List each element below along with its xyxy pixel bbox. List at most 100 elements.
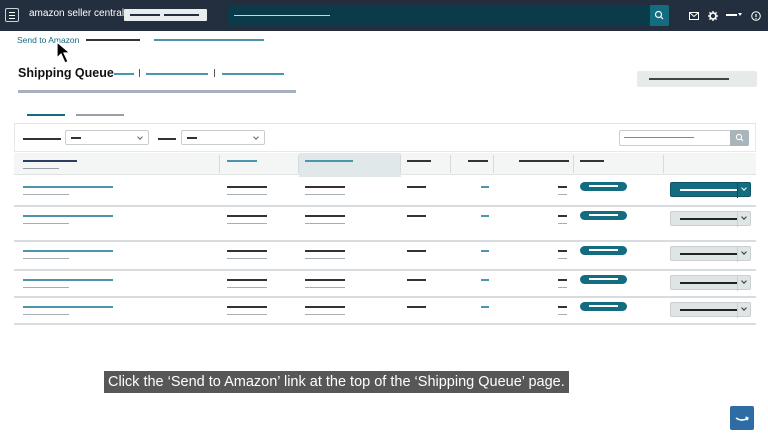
seller-central-logo[interactable]: amazon seller central [29, 8, 124, 19]
primary-action-button[interactable] [670, 182, 751, 198]
action-button[interactable] [670, 246, 751, 262]
language-selector[interactable] [726, 14, 737, 16]
cell-subvalue [227, 258, 267, 259]
cell-value [558, 186, 567, 188]
logo-text: amazon seller central [29, 8, 125, 19]
cell-value [407, 215, 426, 217]
shipment-id [23, 314, 69, 315]
cell-value [227, 250, 267, 252]
cell-value [305, 215, 345, 217]
cell-value [407, 279, 426, 281]
status-badge [580, 211, 627, 220]
shipment-id [23, 223, 69, 224]
column-subheader [23, 168, 59, 169]
cell-subvalue [227, 194, 267, 195]
divider [214, 69, 215, 77]
tab[interactable] [76, 114, 124, 116]
filter-dropdown[interactable] [65, 130, 149, 145]
gear-icon[interactable] [708, 11, 718, 21]
column-header[interactable] [227, 160, 257, 162]
chevron-down-icon [741, 305, 747, 311]
status-badge [580, 275, 627, 284]
cell-value [407, 306, 426, 308]
search-button[interactable] [650, 5, 669, 26]
cell-link[interactable] [481, 215, 489, 217]
action-button[interactable] [670, 211, 751, 227]
shipment-id [23, 258, 69, 259]
cell-value [407, 250, 426, 252]
action-button[interactable] [670, 275, 751, 291]
column-header[interactable] [519, 160, 569, 162]
table-row [14, 298, 756, 325]
shipment-name-link[interactable] [23, 306, 113, 308]
cell-value [305, 186, 345, 188]
header-link[interactable] [222, 73, 284, 75]
cell-subvalue [305, 223, 345, 224]
status-badge [580, 302, 627, 311]
chevron-down-icon [741, 249, 747, 255]
column-header[interactable] [407, 160, 431, 162]
column-divider [663, 155, 664, 173]
cell-value [227, 306, 267, 308]
shipment-id [23, 287, 69, 288]
cell-subvalue [227, 314, 267, 315]
mail-icon[interactable] [689, 11, 699, 21]
cell-value [305, 279, 345, 281]
column-divider [493, 155, 494, 173]
help-icon[interactable] [751, 11, 761, 21]
tab-active[interactable] [27, 114, 65, 116]
shipment-name-link[interactable] [23, 250, 113, 252]
sorted-column-header[interactable] [299, 153, 401, 177]
column-header[interactable] [23, 160, 77, 162]
column-header[interactable] [468, 160, 488, 162]
cell-value [305, 250, 345, 252]
cell-link[interactable] [481, 279, 489, 281]
cell-link[interactable] [481, 306, 489, 308]
table-row [14, 207, 756, 242]
shipment-name-link[interactable] [23, 279, 113, 281]
page-title: Shipping Queue [18, 66, 114, 80]
cell-subvalue [227, 287, 267, 288]
column-header[interactable] [305, 160, 353, 162]
breadcrumb-item[interactable] [154, 39, 264, 41]
shipment-name-link[interactable] [23, 215, 113, 217]
table-row [14, 242, 756, 271]
filter-dropdown[interactable] [181, 130, 265, 145]
cell-value [558, 215, 567, 217]
cell-subvalue [558, 287, 567, 288]
amazon-smile-logo-icon [730, 406, 754, 430]
chevron-down-icon [741, 278, 747, 284]
chevron-down-icon [741, 185, 747, 191]
cell-subvalue [558, 258, 567, 259]
mouse-cursor-icon [56, 41, 72, 64]
header-link[interactable] [114, 73, 134, 75]
cell-link[interactable] [481, 186, 489, 188]
chevron-down-icon [253, 134, 259, 140]
cell-subvalue [305, 194, 345, 195]
cell-value [558, 250, 567, 252]
action-button[interactable] [670, 302, 751, 318]
cell-subvalue [558, 223, 567, 224]
status-badge [580, 182, 627, 191]
cell-value [227, 186, 267, 188]
menu-icon[interactable] [5, 8, 19, 22]
column-divider [573, 155, 574, 173]
column-divider [219, 155, 220, 173]
cell-subvalue [227, 223, 267, 224]
global-search-input[interactable] [228, 5, 669, 26]
header-action-button[interactable] [637, 71, 757, 87]
breadcrumb-item[interactable] [86, 39, 140, 41]
screen: amazon seller central Send to Amazon Shi… [0, 0, 768, 433]
cell-subvalue [305, 258, 345, 259]
shipment-name-link[interactable] [23, 186, 113, 188]
cell-link[interactable] [481, 250, 489, 252]
column-header[interactable] [580, 160, 604, 162]
cell-value [558, 306, 567, 308]
cell-value [558, 279, 567, 281]
column-divider [450, 155, 451, 173]
cell-subvalue [305, 287, 345, 288]
chevron-down-icon [137, 134, 143, 140]
table-search-button[interactable] [730, 130, 749, 146]
header-link[interactable] [146, 73, 208, 75]
marketplace-selector[interactable] [124, 9, 207, 21]
